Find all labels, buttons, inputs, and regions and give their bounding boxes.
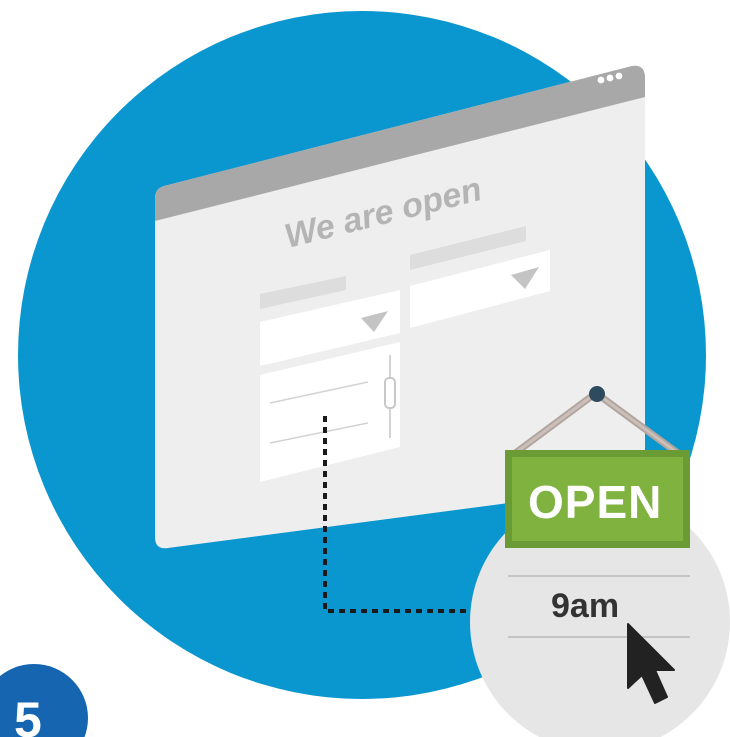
step-badge: 5	[0, 664, 88, 737]
nail-icon	[589, 386, 605, 402]
sign-label: OPEN	[528, 476, 662, 528]
illustration: 5 We are open 9am OPEN	[0, 11, 730, 737]
selected-option-9am[interactable]: 9am	[551, 587, 619, 625]
scroll-thumb[interactable]	[384, 377, 396, 409]
step-number: 5	[14, 692, 42, 737]
